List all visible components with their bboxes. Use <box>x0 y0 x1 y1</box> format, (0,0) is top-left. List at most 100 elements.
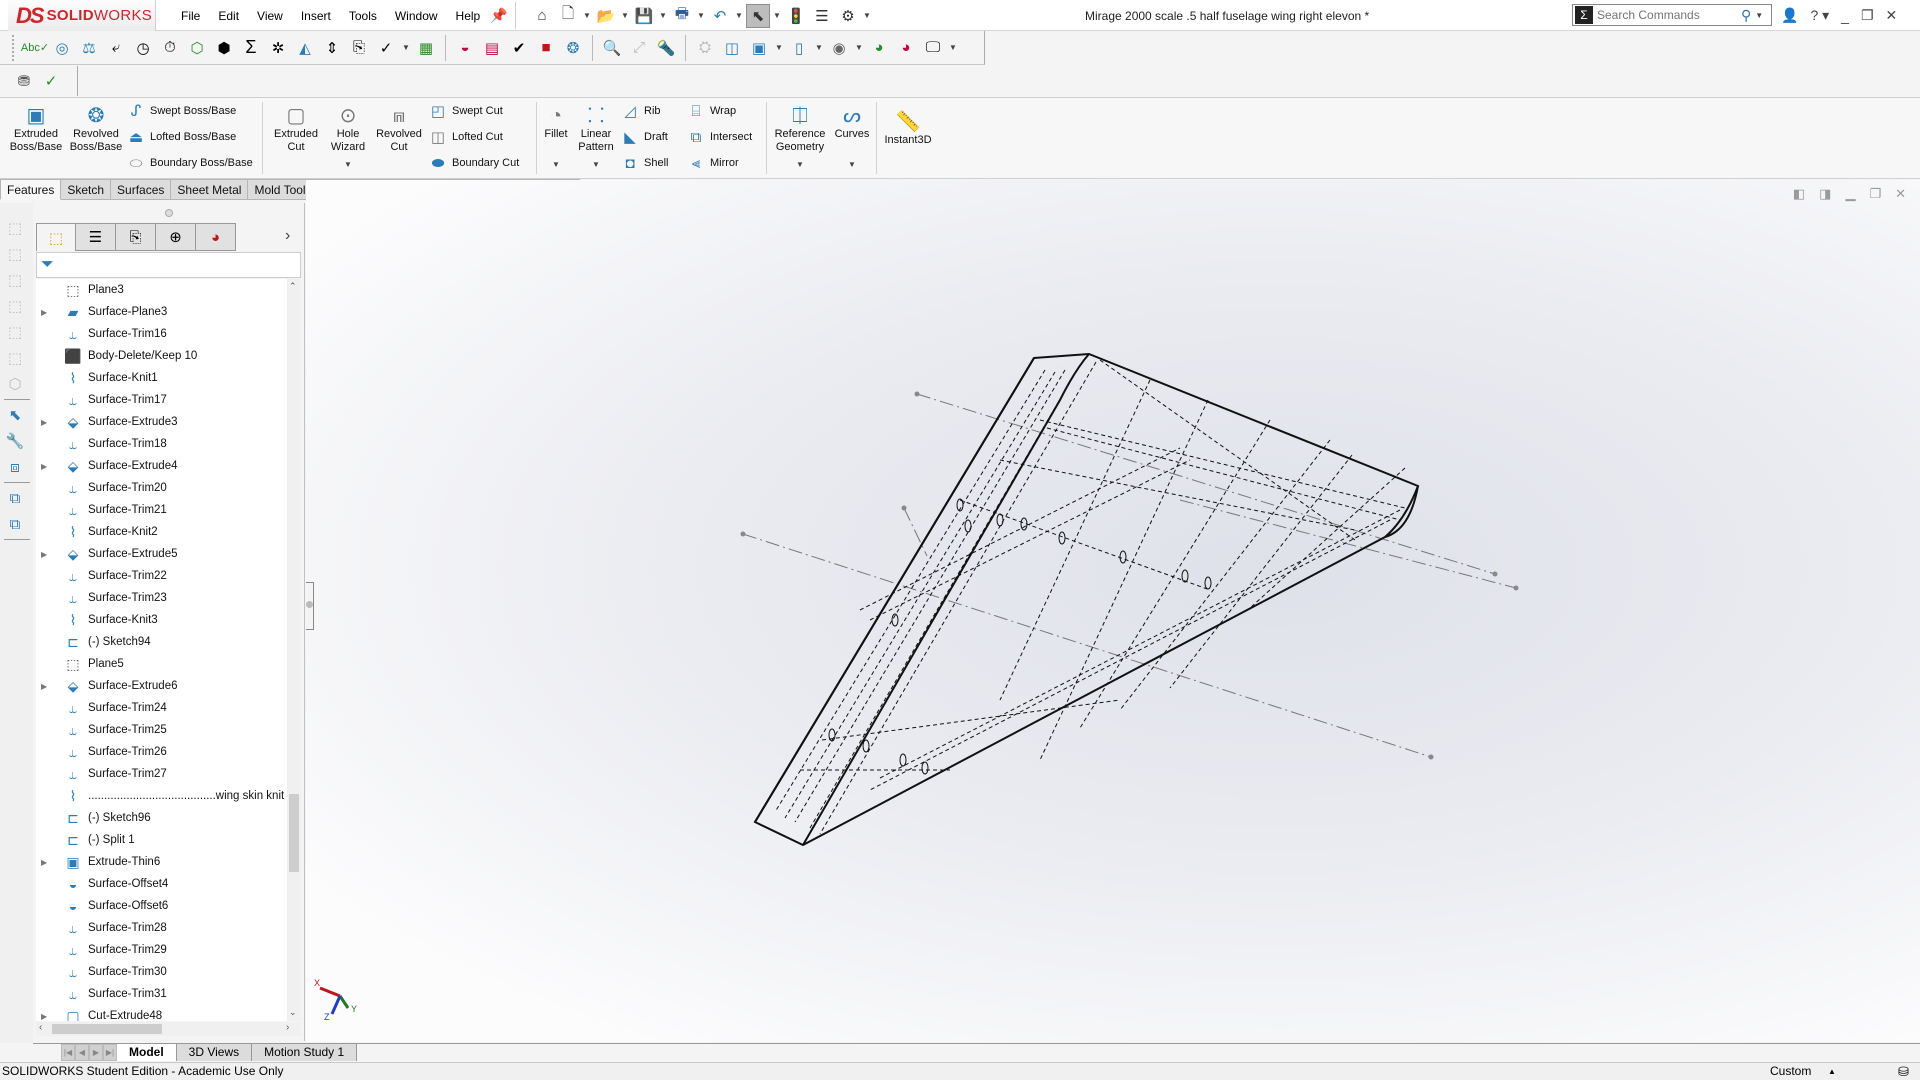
compare-icon[interactable]: ⎘ <box>347 36 371 60</box>
featuremanager-tab-icon[interactable]: ⬚ <box>36 223 76 251</box>
search-input[interactable] <box>1597 8 1737 22</box>
revolved-cut-button[interactable]: ⩎ Revolved Cut <box>372 104 426 154</box>
tools-icon[interactable]: 🔧 <box>4 430 26 452</box>
thickness-analysis-icon[interactable]: ■ <box>534 36 558 60</box>
paste-view-icon[interactable]: ⧉ <box>4 513 26 535</box>
display-style-icon[interactable]: ▯ <box>787 36 811 60</box>
deviation-analysis-icon[interactable]: ◒ <box>453 36 477 60</box>
tree-item[interactable]: ⥿ Surface-Trim28 <box>36 917 287 939</box>
swept-boss-button[interactable]: ᔑ Swept Boss/Base <box>126 100 237 122</box>
view-orientation-dropdown-icon[interactable]: ▼ <box>774 36 784 60</box>
tree-item[interactable]: ⬛ Body-Delete/Keep 10 <box>36 345 287 367</box>
tree-item[interactable]: ⥿ Surface-Trim27 <box>36 763 287 785</box>
sum-icon[interactable]: Σ <box>239 36 263 60</box>
close-icon[interactable]: ✕ <box>1883 7 1901 24</box>
tree-item[interactable]: ⊏ (-) Split 1 <box>36 829 287 851</box>
mass-properties-icon[interactable]: ⚖ <box>77 36 101 60</box>
tree-item[interactable]: ⬚ Plane3 <box>36 279 287 301</box>
solidworks-logo[interactable]: DS SOLIDWORKS <box>8 0 156 31</box>
lofted-cut-button[interactable]: ◫ Lofted Cut <box>428 126 503 148</box>
sensor-icon[interactable]: ✓ <box>374 36 398 60</box>
save-dropdown-icon[interactable]: ▼ <box>658 4 668 28</box>
view-right-icon[interactable]: ⬚ <box>4 295 26 317</box>
rebuild-icon[interactable]: 🚦 <box>784 4 808 28</box>
view-top-icon[interactable]: ⬚ <box>4 321 26 343</box>
draft-button[interactable]: ◣ Draft <box>620 126 668 148</box>
intersect-button[interactable]: ⧉ Intersect <box>686 126 753 148</box>
tree-item[interactable]: ◒ Surface-Offset6 <box>36 895 287 917</box>
tree-vertical-scrollbar[interactable]: ⌃ ⌄ <box>287 279 301 1021</box>
rib-button[interactable]: ◿ Rib <box>620 100 660 122</box>
intersection-icon[interactable]: ✲ <box>266 36 290 60</box>
move-entity-icon[interactable]: ⧈ <box>4 456 26 478</box>
tree-item[interactable]: ⥿ Surface-Trim29 <box>36 939 287 961</box>
spell-check-icon[interactable]: Abc✓ <box>21 36 49 60</box>
previous-view-icon[interactable]: 🔦 <box>654 36 678 60</box>
select-dropdown-icon[interactable]: ▼ <box>772 4 782 28</box>
geometry-analysis-icon[interactable]: ⬡ <box>185 36 209 60</box>
extruded-cut-button[interactable]: ▢ Extruded Cut <box>268 104 324 154</box>
expand-arrow-icon[interactable]: ▶ <box>41 308 53 317</box>
filter-icon[interactable]: ⏷ <box>36 252 301 278</box>
section-view-icon[interactable]: ◫ <box>720 36 744 60</box>
import-diagnostics-icon[interactable]: ⬢ <box>212 36 236 60</box>
tree-item[interactable]: ◒ Surface-Offset4 <box>36 873 287 895</box>
prev-tab-icon[interactable]: ◀ <box>75 1044 89 1061</box>
clearance-icon[interactable]: ⇕ <box>320 36 344 60</box>
tab-motion-study-1[interactable]: Motion Study 1 <box>252 1044 358 1061</box>
tree-item[interactable]: ⥿ Surface-Trim17 <box>36 389 287 411</box>
tab-features[interactable]: Features <box>0 179 62 200</box>
section-properties-icon[interactable]: ⤶ <box>104 36 128 60</box>
options-dropdown-icon[interactable]: ▼ <box>862 4 872 28</box>
tree-item[interactable]: ▶ ▣ Extrude-Thin6 <box>36 851 287 873</box>
view-settings-icon[interactable]: 🖵 <box>921 36 945 60</box>
toolbar-grip[interactable] <box>12 34 16 61</box>
next-tab-icon[interactable]: ▶ <box>89 1044 103 1061</box>
fillet-dropdown-icon[interactable]: ▼ <box>540 158 572 171</box>
tree-item[interactable]: ▶ ⬙ Surface-Extrude4 <box>36 455 287 477</box>
expand-arrow-icon[interactable]: ▶ <box>41 1012 53 1021</box>
edit-appearance-icon[interactable]: ◕ <box>867 36 891 60</box>
new-document-icon[interactable]: 🗋 <box>556 4 580 28</box>
open-icon[interactable]: 📂 <box>594 4 618 28</box>
tree-item[interactable]: ⥿ Surface-Trim30 <box>36 961 287 983</box>
instant3d-button[interactable]: 📏 Instant3D <box>880 110 936 147</box>
tab-model[interactable]: Model <box>117 1044 177 1061</box>
undo-dropdown-icon[interactable]: ▼ <box>734 4 744 28</box>
tree-item[interactable]: ⬚ Plane5 <box>36 653 287 675</box>
curves-button[interactable]: ᔕ Curves ▼ <box>832 104 872 171</box>
view-left-icon[interactable]: ⬚ <box>4 269 26 291</box>
curvature-icon[interactable]: ❂ <box>561 36 585 60</box>
tab-sketch[interactable]: Sketch <box>61 179 112 200</box>
boundary-cut-button[interactable]: ⬬ Boundary Cut <box>428 152 520 174</box>
new-dropdown-icon[interactable]: ▼ <box>582 4 592 28</box>
tree-item[interactable]: ⊏ (-) Sketch94 <box>36 631 287 653</box>
reference-geometry-dropdown-icon[interactable]: ▼ <box>770 158 830 171</box>
tree-item[interactable]: ⥿ Surface-Trim21 <box>36 499 287 521</box>
expand-arrow-icon[interactable]: ▶ <box>41 682 53 691</box>
tree-item[interactable]: ▶ ▰ Surface-Plane3 <box>36 301 287 323</box>
tab-3d-views[interactable]: 3D Views <box>176 1044 253 1061</box>
menu-insert[interactable]: Insert <box>292 9 340 23</box>
first-tab-icon[interactable]: |◀ <box>61 1044 75 1061</box>
fillet-button[interactable]: ◔ Fillet ▼ <box>540 104 572 171</box>
search-icon[interactable]: ⚲ <box>1741 7 1751 24</box>
tree-item[interactable]: ⥿ Surface-Trim24 <box>36 697 287 719</box>
options-icon[interactable]: ⚙ <box>836 4 860 28</box>
scroll-left-icon[interactable]: ‹ <box>39 1022 42 1033</box>
view-back-icon[interactable]: ⬚ <box>4 243 26 265</box>
excel-icon[interactable]: ▦ <box>414 36 438 60</box>
units-dropdown-icon[interactable]: ▲ <box>1828 1063 1836 1080</box>
mirror-button[interactable]: ⫷ Mirror <box>686 152 739 174</box>
swept-cut-button[interactable]: ◰ Swept Cut <box>428 100 503 122</box>
dimxpertmanager-tab-icon[interactable]: ⊕ <box>156 223 196 251</box>
print-icon[interactable]: 🖶 <box>670 4 694 28</box>
tree-horizontal-scrollbar[interactable]: ‹ › <box>36 1022 301 1036</box>
curves-dropdown-icon[interactable]: ▼ <box>832 158 872 171</box>
linear-pattern-dropdown-icon[interactable]: ▼ <box>576 158 616 171</box>
minimize-icon[interactable]: _ <box>1838 8 1852 24</box>
measure-icon[interactable]: ◎ <box>50 36 74 60</box>
restore-icon[interactable]: ❐ <box>1858 7 1877 24</box>
tree-item[interactable]: ▶ ⬙ Surface-Extrude6 <box>36 675 287 697</box>
expand-arrow-icon[interactable]: ▶ <box>41 418 53 427</box>
